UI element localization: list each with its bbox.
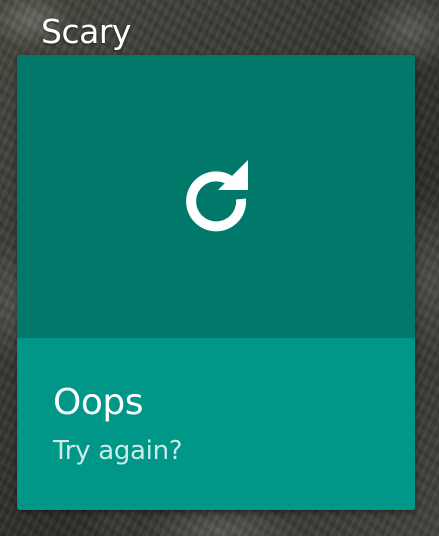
card-message-area: Oops Try again? — [17, 338, 415, 510]
error-heading: Oops — [53, 382, 143, 423]
page-title: Scary — [41, 12, 131, 51]
retry-button[interactable] — [17, 55, 415, 338]
retry-prompt[interactable]: Try again? — [53, 436, 183, 466]
error-card: Oops Try again? — [17, 55, 415, 510]
refresh-icon — [186, 159, 248, 231]
